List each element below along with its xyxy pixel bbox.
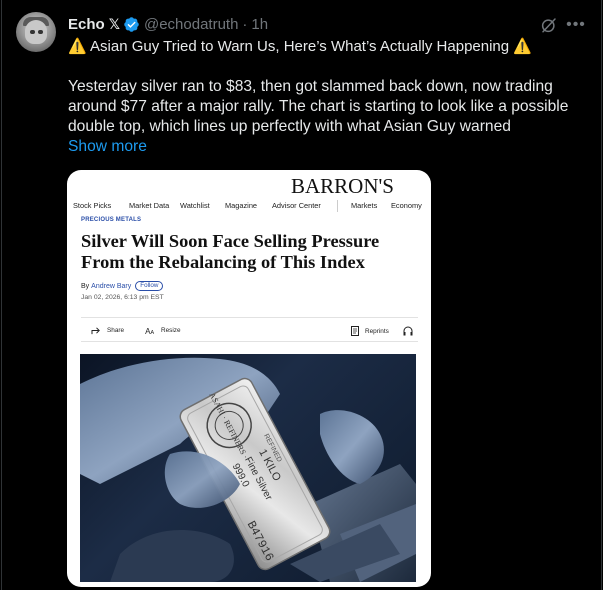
post-body: Yesterday silver ran to $83, then got sl… (68, 78, 569, 135)
nav-item: Market Data (129, 201, 170, 210)
nav-item: Magazine (225, 201, 258, 210)
more-icon[interactable]: ••• (566, 16, 586, 34)
user-handle[interactable]: @echodatruth (144, 16, 238, 33)
timeline-border-left (1, 0, 2, 590)
audio-item (403, 326, 418, 336)
article-byline: By Andrew Bary Follow (81, 281, 164, 291)
resize-item: A A Resize (145, 326, 181, 335)
warning-icon: ⚠️ (68, 38, 87, 55)
byline-prefix: By (81, 282, 90, 290)
article-headline: Silver Will Soon Face Selling Pressure F… (81, 231, 380, 272)
grok-icon[interactable] (540, 16, 558, 34)
show-more-link[interactable]: Show more (68, 138, 147, 156)
x-badge: 𝕏 (108, 15, 120, 32)
article-photo: ASAHI · REFINERS · 1 KILO Fine Silver 99… (80, 354, 416, 582)
timeline-border-right (601, 0, 602, 590)
avatar[interactable] (16, 12, 56, 52)
reprints-icon (351, 326, 359, 336)
avatar-face (25, 20, 47, 44)
nav-divider (337, 200, 338, 212)
publication-logo: BARRON'S (291, 174, 394, 198)
follow-button: Follow (135, 281, 164, 291)
display-name[interactable]: Echo (68, 16, 105, 33)
article-nav: Stock Picks Market Data Watchlist Magazi… (73, 201, 427, 213)
nav-item: Stock Picks (73, 201, 112, 210)
nav-item: Economy (391, 201, 422, 210)
nav-item: Watchlist (180, 201, 210, 210)
audio-icon (403, 326, 413, 336)
article-date: Jan 02, 2026, 6:13 pm EST (81, 294, 164, 301)
nav-item: Advisor Center (272, 201, 321, 210)
avatar-eye (30, 30, 35, 34)
share-label: Share (107, 327, 125, 334)
share-toolbar: Share A A Resize Reprints (81, 317, 418, 342)
article-card[interactable]: BARRON'S Stock Picks Market Data Watchli… (67, 170, 431, 587)
separator-dot: · (242, 15, 248, 33)
silver-bar-illustration: ASAHI · REFINERS · 1 KILO Fine Silver 99… (80, 357, 416, 582)
post-header: Echo 𝕏 @echodatruth · 1h (68, 14, 268, 34)
article-category: PRECIOUS METALS (81, 217, 142, 223)
share-icon (91, 327, 100, 335)
resize-icon: A A (145, 327, 155, 335)
warning-icon: ⚠️ (513, 38, 532, 55)
post-time[interactable]: 1h (251, 16, 268, 33)
reprints-label: Reprints (365, 327, 389, 335)
post-title: ⚠️ Asian Guy Tried to Warn Us, Here’s Wh… (68, 36, 532, 58)
reprints-item: Reprints (351, 326, 389, 336)
avatar-eye (38, 30, 43, 34)
share-item: Share (91, 326, 124, 335)
resize-label: Resize (161, 327, 181, 334)
nav-item: Markets (351, 201, 378, 210)
author-name: Andrew Bary (91, 282, 132, 290)
svg-text:A: A (151, 330, 155, 335)
post-title-text: Asian Guy Tried to Warn Us, Here’s What’… (90, 38, 510, 55)
verified-badge-icon (124, 16, 139, 32)
